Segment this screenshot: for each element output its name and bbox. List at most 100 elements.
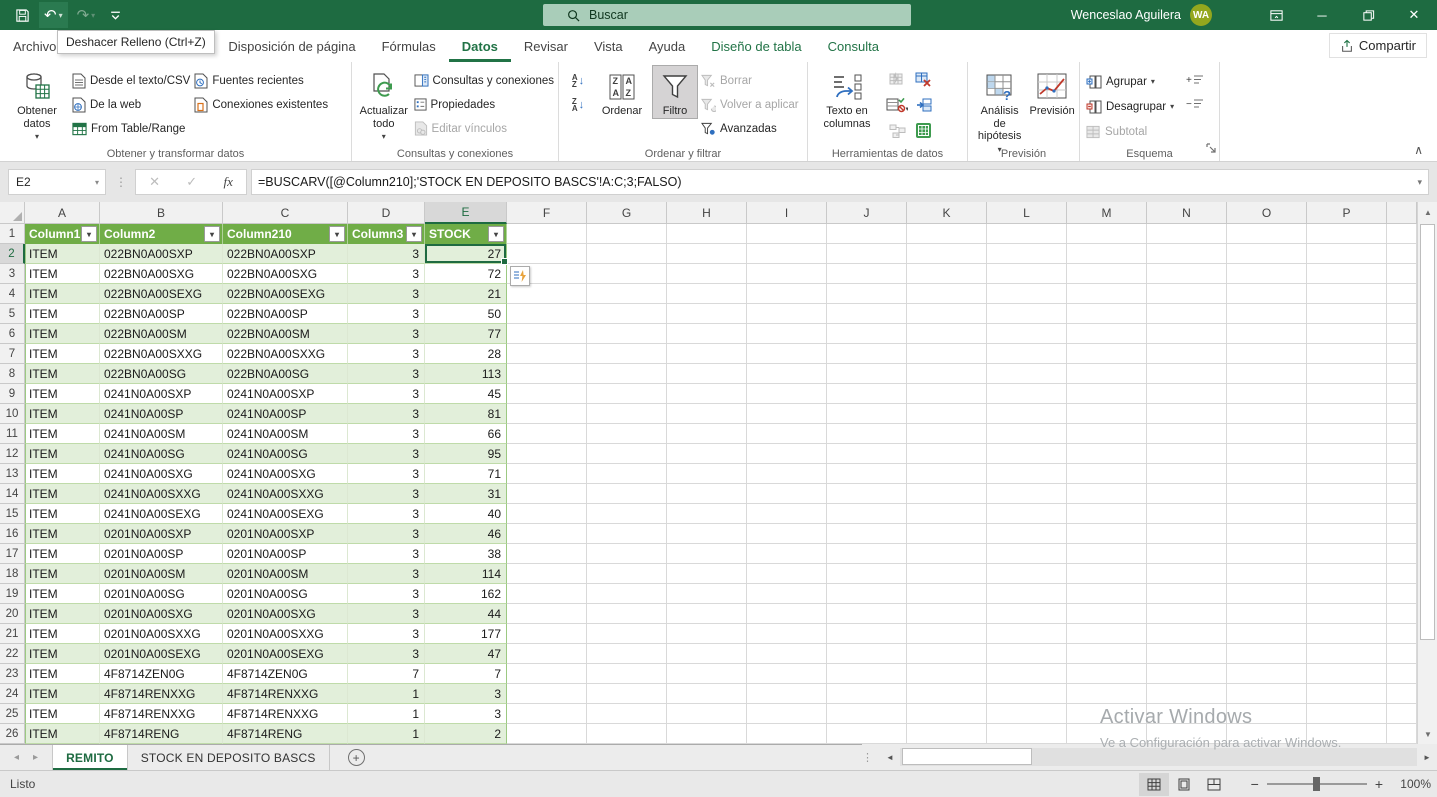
grid-cell[interactable] — [667, 324, 747, 344]
grid-cell[interactable] — [1067, 484, 1147, 504]
grid-cell[interactable] — [827, 284, 907, 304]
grid-cell[interactable] — [667, 464, 747, 484]
grid-cell[interactable] — [987, 544, 1067, 564]
grid-cell[interactable] — [907, 344, 987, 364]
grid-cell[interactable] — [987, 704, 1067, 724]
page-break-view-button[interactable] — [1199, 773, 1229, 796]
grid-cell[interactable] — [827, 484, 907, 504]
filter-dropdown-button[interactable]: ▾ — [488, 226, 504, 242]
grid-cell[interactable] — [507, 624, 587, 644]
table-cell[interactable]: 95 — [425, 444, 507, 464]
row-header[interactable]: 25 — [0, 704, 25, 724]
grid-cell[interactable] — [827, 724, 907, 744]
grid-cell[interactable] — [1227, 384, 1307, 404]
table-cell[interactable]: 4F8714ZEN0G — [100, 664, 223, 684]
row-header[interactable]: 9 — [0, 384, 25, 404]
table-cell[interactable]: 0241N0A00SXG — [100, 464, 223, 484]
grid-cell[interactable] — [747, 584, 827, 604]
grid-cell[interactable] — [1227, 244, 1307, 264]
grid-cell[interactable] — [1227, 704, 1307, 724]
grid-cell[interactable] — [667, 644, 747, 664]
grid-cell[interactable] — [1387, 304, 1417, 324]
column-header[interactable]: J — [827, 202, 907, 224]
save-button[interactable] — [10, 2, 35, 28]
column-header[interactable]: L — [987, 202, 1067, 224]
table-cell[interactable]: ITEM — [25, 644, 100, 664]
grid-cell[interactable] — [747, 464, 827, 484]
row-header[interactable]: 3 — [0, 264, 25, 284]
grid-cell[interactable] — [827, 644, 907, 664]
grid-cell[interactable] — [587, 704, 667, 724]
grid-cell[interactable] — [587, 684, 667, 704]
ribbon-display-options-button[interactable] — [1253, 0, 1299, 30]
table-cell[interactable]: ITEM — [25, 624, 100, 644]
column-header[interactable]: P — [1307, 202, 1387, 224]
grid-cell[interactable] — [507, 224, 587, 244]
table-cell[interactable]: 0201N0A00SG — [223, 584, 348, 604]
sheet-tab-remito[interactable]: REMITO — [52, 745, 128, 770]
table-cell[interactable]: 162 — [425, 584, 507, 604]
refresh-all-button[interactable]: Actualizar todo ▾ — [358, 66, 410, 144]
grid-cell[interactable] — [1387, 484, 1417, 504]
table-cell[interactable]: ITEM — [25, 584, 100, 604]
grid-cell[interactable] — [987, 324, 1067, 344]
grid-cell[interactable] — [587, 324, 667, 344]
grid-cell[interactable] — [1227, 464, 1307, 484]
table-cell[interactable]: 3 — [348, 564, 425, 584]
row-header[interactable]: 17 — [0, 544, 25, 564]
grid-cell[interactable] — [1227, 644, 1307, 664]
grid-cell[interactable] — [587, 604, 667, 624]
grid-cell[interactable] — [747, 324, 827, 344]
grid-cell[interactable] — [1147, 384, 1227, 404]
account-area[interactable]: Wenceslao Aguilera WA — [1071, 0, 1212, 30]
grid-cell[interactable] — [827, 544, 907, 564]
column-header[interactable]: G — [587, 202, 667, 224]
column-header[interactable]: E — [425, 202, 507, 224]
grid-cell[interactable] — [1147, 724, 1227, 744]
grid-cell[interactable] — [747, 504, 827, 524]
data-validation-button[interactable]: ▾ — [886, 97, 908, 118]
table-cell[interactable]: ITEM — [25, 404, 100, 424]
grid-cell[interactable] — [1067, 344, 1147, 364]
filter-button[interactable]: Filtro — [653, 66, 697, 118]
flash-fill-button[interactable] — [889, 71, 906, 92]
grid-cell[interactable] — [1387, 224, 1417, 244]
table-cell[interactable]: ITEM — [25, 604, 100, 624]
grid-cell[interactable] — [987, 264, 1067, 284]
tab-formulas[interactable]: Fórmulas — [369, 30, 449, 62]
grid-cell[interactable] — [1067, 384, 1147, 404]
grid-cell[interactable] — [907, 644, 987, 664]
grid-cell[interactable] — [1147, 624, 1227, 644]
grid-cell[interactable] — [1067, 324, 1147, 344]
grid-cell[interactable] — [1067, 544, 1147, 564]
grid-cell[interactable] — [1147, 244, 1227, 264]
grid-cell[interactable] — [1307, 344, 1387, 364]
table-cell[interactable]: 0241N0A00SEXG — [223, 504, 348, 524]
table-cell[interactable]: ITEM — [25, 244, 100, 264]
advanced-filter-button[interactable]: Avanzadas — [701, 118, 799, 139]
horizontal-scroll-thumb[interactable] — [902, 748, 1032, 765]
tab-disposicion[interactable]: Disposición de página — [215, 30, 368, 62]
grid-cell[interactable] — [507, 324, 587, 344]
table-cell[interactable]: 022BN0A00SM — [100, 324, 223, 344]
row-header[interactable]: 19 — [0, 584, 25, 604]
grid-cell[interactable] — [507, 424, 587, 444]
grid-cell[interactable] — [1067, 284, 1147, 304]
vertical-scroll-thumb[interactable] — [1420, 224, 1435, 640]
grid-cell[interactable] — [1387, 464, 1417, 484]
table-cell[interactable]: 4F8714ZEN0G — [223, 664, 348, 684]
table-cell[interactable]: 3 — [348, 304, 425, 324]
grid-cell[interactable] — [1387, 244, 1417, 264]
grid-cell[interactable] — [1147, 304, 1227, 324]
table-cell[interactable]: 4F8714RENXXG — [100, 684, 223, 704]
grid-cell[interactable] — [827, 604, 907, 624]
grid-cell[interactable] — [1387, 724, 1417, 744]
selected-cell[interactable]: 27 — [425, 244, 507, 264]
grid-cell[interactable] — [1307, 564, 1387, 584]
grid-cell[interactable] — [747, 244, 827, 264]
table-cell[interactable]: 46 — [425, 524, 507, 544]
restore-button[interactable] — [1345, 0, 1391, 30]
grid-cell[interactable] — [1067, 704, 1147, 724]
avatar[interactable]: WA — [1190, 4, 1212, 26]
grid-cell[interactable] — [1067, 624, 1147, 644]
